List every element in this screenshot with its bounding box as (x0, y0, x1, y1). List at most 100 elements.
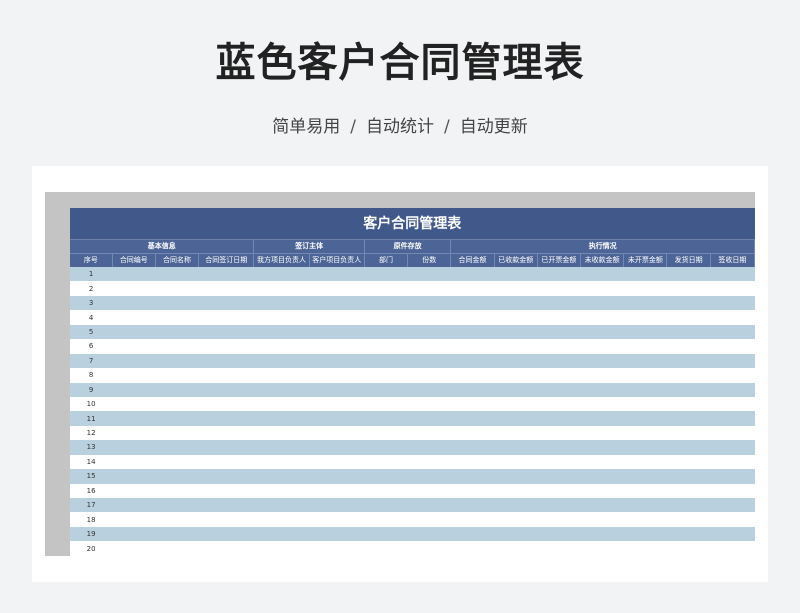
table-cell[interactable] (198, 469, 254, 484)
table-cell[interactable] (623, 440, 667, 455)
table-cell[interactable] (198, 324, 254, 340)
table-cell[interactable] (364, 396, 408, 412)
table-cell[interactable] (407, 469, 451, 484)
table-cell[interactable] (407, 425, 451, 441)
table-cell[interactable] (537, 526, 581, 542)
table-cell[interactable] (112, 396, 156, 412)
table-cell[interactable] (666, 498, 711, 513)
table-cell[interactable] (155, 368, 199, 383)
table-cell[interactable] (450, 469, 495, 484)
table-cell[interactable] (155, 498, 199, 513)
table-cell[interactable] (309, 483, 365, 498)
table-cell[interactable] (112, 382, 156, 397)
table-cell[interactable] (623, 310, 667, 325)
table-cell[interactable] (309, 512, 365, 527)
table-cell[interactable] (309, 339, 365, 354)
table-cell[interactable] (494, 396, 538, 412)
table-cell[interactable] (537, 454, 581, 470)
table-cell[interactable] (623, 396, 667, 412)
table-cell[interactable] (155, 324, 199, 340)
table-cell[interactable] (494, 425, 538, 441)
table-cell[interactable] (253, 469, 310, 484)
column-header[interactable]: 发货日期 (666, 253, 711, 267)
table-cell[interactable] (407, 339, 451, 354)
table-cell[interactable] (623, 454, 667, 470)
table-cell[interactable] (537, 324, 581, 340)
table-cell[interactable] (155, 382, 199, 397)
table-cell[interactable] (309, 324, 365, 340)
column-header[interactable]: 序号 (70, 253, 113, 267)
table-cell[interactable] (155, 295, 199, 311)
table-cell[interactable] (710, 396, 755, 412)
row-index-cell[interactable]: 20 (70, 541, 113, 556)
table-cell[interactable] (407, 440, 451, 455)
table-cell[interactable] (364, 281, 408, 296)
table-cell[interactable] (537, 382, 581, 397)
table-cell[interactable] (450, 382, 495, 397)
column-header[interactable]: 客户项目负责人 (309, 253, 365, 267)
table-cell[interactable] (666, 469, 711, 484)
table-cell[interactable] (710, 310, 755, 325)
table-cell[interactable] (253, 324, 310, 340)
table-cell[interactable] (309, 411, 365, 426)
table-cell[interactable] (364, 483, 408, 498)
table-cell[interactable] (537, 440, 581, 455)
column-header[interactable]: 合同签订日期 (198, 253, 255, 267)
table-cell[interactable] (494, 454, 538, 470)
table-cell[interactable] (309, 454, 365, 470)
table-cell[interactable] (112, 310, 156, 325)
table-cell[interactable] (666, 353, 711, 369)
table-cell[interactable] (494, 440, 538, 455)
table-cell[interactable] (253, 396, 310, 412)
table-cell[interactable] (112, 483, 156, 498)
table-cell[interactable] (580, 353, 624, 369)
table-cell[interactable] (253, 339, 310, 354)
row-index-cell[interactable]: 17 (70, 498, 113, 513)
column-header[interactable]: 合同编号 (112, 253, 156, 267)
table-cell[interactable] (450, 541, 495, 556)
table-cell[interactable] (309, 281, 365, 296)
table-cell[interactable] (407, 396, 451, 412)
table-cell[interactable] (623, 267, 667, 282)
table-cell[interactable] (364, 353, 408, 369)
table-cell[interactable] (253, 310, 310, 325)
table-cell[interactable] (623, 512, 667, 527)
table-cell[interactable] (407, 512, 451, 527)
table-cell[interactable] (580, 295, 624, 311)
table-cell[interactable] (580, 382, 624, 397)
table-cell[interactable] (112, 411, 156, 426)
table-cell[interactable] (450, 440, 495, 455)
table-cell[interactable] (364, 498, 408, 513)
table-cell[interactable] (253, 526, 310, 542)
table-cell[interactable] (494, 483, 538, 498)
table-cell[interactable] (198, 339, 254, 354)
table-cell[interactable] (198, 454, 254, 470)
table-cell[interactable] (155, 541, 199, 556)
table-cell[interactable] (450, 454, 495, 470)
table-cell[interactable] (112, 454, 156, 470)
table-cell[interactable] (407, 281, 451, 296)
table-cell[interactable] (537, 353, 581, 369)
table-cell[interactable] (494, 469, 538, 484)
table-cell[interactable] (537, 512, 581, 527)
table-cell[interactable] (710, 368, 755, 383)
table-cell[interactable] (155, 281, 199, 296)
table-cell[interactable] (112, 512, 156, 527)
table-cell[interactable] (666, 526, 711, 542)
row-index-cell[interactable]: 16 (70, 483, 113, 498)
table-cell[interactable] (580, 440, 624, 455)
table-cell[interactable] (155, 339, 199, 354)
table-cell[interactable] (537, 498, 581, 513)
table-cell[interactable] (198, 281, 254, 296)
table-cell[interactable] (309, 310, 365, 325)
table-cell[interactable] (494, 353, 538, 369)
column-header[interactable]: 份数 (407, 253, 452, 267)
table-cell[interactable] (450, 353, 495, 369)
table-cell[interactable] (364, 310, 408, 325)
table-cell[interactable] (623, 483, 667, 498)
table-cell[interactable] (710, 425, 755, 441)
table-cell[interactable] (364, 454, 408, 470)
table-cell[interactable] (407, 454, 451, 470)
row-index-cell[interactable]: 3 (70, 295, 113, 311)
table-cell[interactable] (112, 267, 156, 282)
